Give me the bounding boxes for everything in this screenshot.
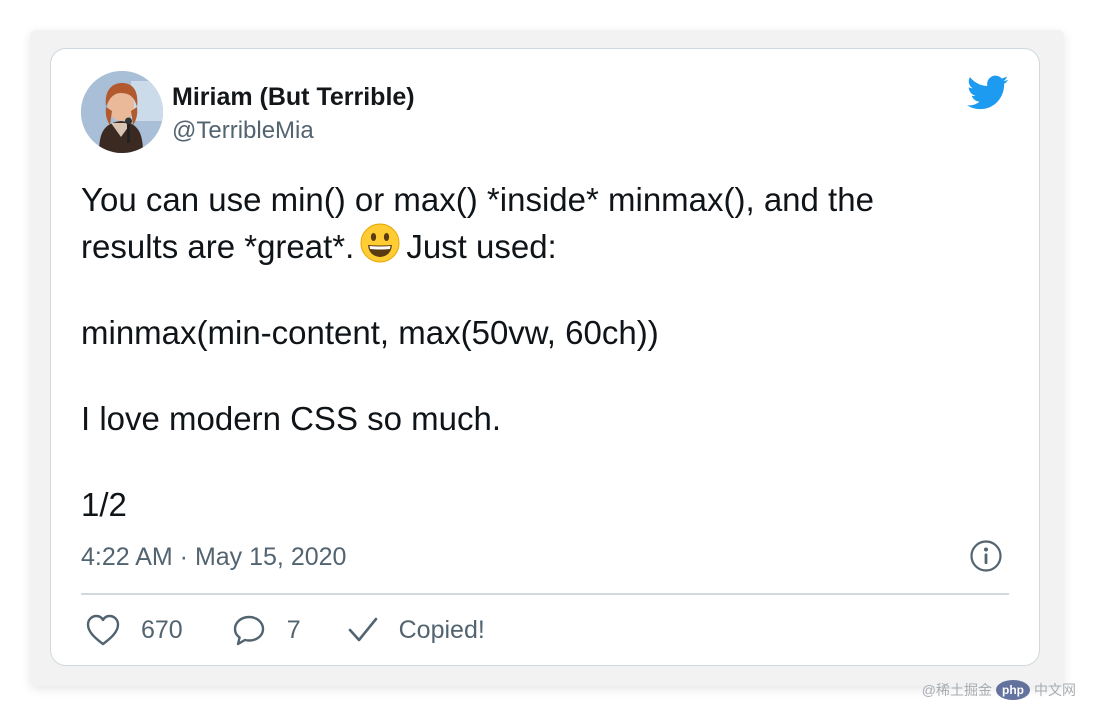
heart-icon <box>86 614 120 646</box>
tweet-line-5: 1/2 <box>81 486 127 523</box>
site-watermark: @稀土掘金 php 中文网 <box>922 680 1076 700</box>
reply-icon <box>233 615 264 646</box>
copy-link-button[interactable]: Copied! <box>345 613 485 647</box>
twitter-bird-icon[interactable] <box>967 75 1009 111</box>
tweet-actions-bar: 670 7 Copied! <box>85 613 485 647</box>
reply-button[interactable]: 7 <box>231 613 301 647</box>
avatar-photo <box>81 71 163 153</box>
grinning-face-emoji-icon <box>360 223 400 263</box>
watermark-suffix: 中文网 <box>1034 682 1076 698</box>
reply-count: 7 <box>286 615 301 644</box>
like-count: 670 <box>141 615 183 644</box>
tweet-line-3: minmax(min-content, max(50vw, 60ch)) <box>81 314 659 351</box>
actions-divider <box>81 593 1009 595</box>
author-display-name[interactable]: Miriam (But Terrible) <box>172 83 415 112</box>
tweet-line-2-end: Just used: <box>406 228 557 265</box>
tweet-line-1: You can use min() or max() *inside* minm… <box>81 181 874 218</box>
tweet-card: Miriam (But Terrible) @TerribleMia You c… <box>50 48 1040 666</box>
like-button[interactable]: 670 <box>85 613 183 647</box>
tweet-line-2-start: results are *great*. <box>81 228 355 265</box>
watermark-prefix: @稀土掘金 <box>921 682 992 698</box>
tweet-timestamp[interactable]: 4:22 AM · May 15, 2020 <box>81 543 346 572</box>
author-handle[interactable]: @TerribleMia <box>172 117 314 145</box>
author-avatar[interactable] <box>81 71 163 153</box>
info-icon[interactable] <box>969 539 1003 573</box>
watermark-badge: php <box>996 680 1030 700</box>
copy-status-label: Copied! <box>398 615 485 644</box>
checkmark-icon <box>348 617 377 642</box>
tweet-line-2: results are *great*. Just used: <box>81 222 1001 269</box>
tweet-line-4: I love modern CSS so much. <box>81 400 502 437</box>
tweet-text: You can use min() or max() *inside* minm… <box>81 177 1001 527</box>
